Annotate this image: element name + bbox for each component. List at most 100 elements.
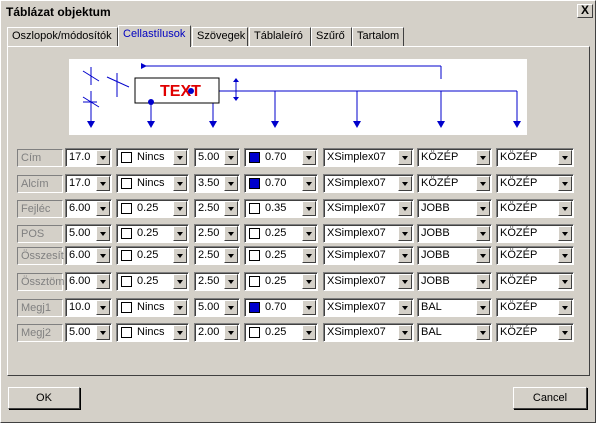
pen-combo[interactable]: 0.25 [244,246,318,265]
dropdown-arrow-icon[interactable] [398,274,412,289]
dropdown-arrow-icon[interactable] [398,226,412,241]
dropdown-arrow-icon[interactable] [558,248,572,263]
dropdown-arrow-icon[interactable] [224,176,238,191]
frame-combo[interactable]: Nincs [116,323,189,342]
dropdown-arrow-icon[interactable] [398,300,412,315]
frame-combo[interactable]: 0.25 [116,272,189,291]
valign-combo[interactable]: KÖZÉP [496,298,574,317]
dropdown-arrow-icon[interactable] [224,325,238,340]
halign-combo[interactable]: BAL [417,323,492,342]
dropdown-arrow-icon[interactable] [173,300,187,315]
dropdown-arrow-icon[interactable] [224,226,238,241]
pen-combo[interactable]: 0.70 [244,148,318,167]
dropdown-arrow-icon[interactable] [302,300,316,315]
tab-content[interactable]: Tartalom [352,27,404,46]
dropdown-arrow-icon[interactable] [224,274,238,289]
dropdown-arrow-icon[interactable] [558,150,572,165]
dropdown-arrow-icon[interactable] [96,300,110,315]
dropdown-arrow-icon[interactable] [398,201,412,216]
halign-combo[interactable]: JOBB [417,246,492,265]
dropdown-arrow-icon[interactable] [302,150,316,165]
pen-combo[interactable]: 0.35 [244,199,318,218]
dropdown-arrow-icon[interactable] [558,300,572,315]
dropdown-arrow-icon[interactable] [173,201,187,216]
close-button[interactable]: X [577,4,593,18]
halign-combo[interactable]: JOBB [417,199,492,218]
frame-combo[interactable]: 0.25 [116,199,189,218]
dropdown-arrow-icon[interactable] [398,150,412,165]
dropdown-arrow-icon[interactable] [173,176,187,191]
dropdown-arrow-icon[interactable] [476,274,490,289]
pen-combo[interactable]: 0.25 [244,224,318,243]
halign-combo[interactable]: BAL [417,298,492,317]
text-size-combo[interactable]: 2.50 [194,272,240,291]
tab-table-descriptor[interactable]: Táblaleíró [249,27,311,46]
halign-combo[interactable]: JOBB [417,272,492,291]
dropdown-arrow-icon[interactable] [476,201,490,216]
valign-combo[interactable]: KÖZÉP [496,224,574,243]
font-combo[interactable]: XSimplex07 [323,298,414,317]
tab-filter[interactable]: Szűrő [311,27,352,46]
font-combo[interactable]: XSimplex07 [323,224,414,243]
dropdown-arrow-icon[interactable] [96,274,110,289]
height-combo[interactable]: 6.00 [65,272,112,291]
dropdown-arrow-icon[interactable] [302,226,316,241]
dropdown-arrow-icon[interactable] [476,226,490,241]
dropdown-arrow-icon[interactable] [224,248,238,263]
height-combo[interactable]: 5.00 [65,323,112,342]
frame-combo[interactable]: Nincs [116,298,189,317]
cancel-button[interactable]: Cancel [513,387,587,409]
height-combo[interactable]: 5.00 [65,224,112,243]
dropdown-arrow-icon[interactable] [224,150,238,165]
dropdown-arrow-icon[interactable] [558,274,572,289]
pen-combo[interactable]: 0.25 [244,272,318,291]
dropdown-arrow-icon[interactable] [476,325,490,340]
text-size-combo[interactable]: 5.00 [194,148,240,167]
font-combo[interactable]: XSimplex07 [323,174,414,193]
frame-combo[interactable]: 0.25 [116,224,189,243]
text-size-combo[interactable]: 2.50 [194,199,240,218]
frame-combo[interactable]: 0.25 [116,246,189,265]
ok-button[interactable]: OK [8,387,80,409]
font-combo[interactable]: XSimplex07 [323,148,414,167]
halign-combo[interactable]: JOBB [417,224,492,243]
dropdown-arrow-icon[interactable] [96,201,110,216]
dropdown-arrow-icon[interactable] [476,300,490,315]
height-combo[interactable]: 10.0 [65,298,112,317]
dropdown-arrow-icon[interactable] [96,248,110,263]
dropdown-arrow-icon[interactable] [173,150,187,165]
dropdown-arrow-icon[interactable] [302,176,316,191]
font-combo[interactable]: XSimplex07 [323,246,414,265]
dropdown-arrow-icon[interactable] [302,248,316,263]
dropdown-arrow-icon[interactable] [302,201,316,216]
dropdown-arrow-icon[interactable] [476,176,490,191]
dropdown-arrow-icon[interactable] [558,176,572,191]
valign-combo[interactable]: KÖZÉP [496,272,574,291]
dropdown-arrow-icon[interactable] [558,226,572,241]
dropdown-arrow-icon[interactable] [398,248,412,263]
valign-combo[interactable]: KÖZÉP [496,148,574,167]
dropdown-arrow-icon[interactable] [173,274,187,289]
frame-combo[interactable]: Nincs [116,174,189,193]
dropdown-arrow-icon[interactable] [302,325,316,340]
dropdown-arrow-icon[interactable] [96,150,110,165]
font-combo[interactable]: XSimplex07 [323,199,414,218]
valign-combo[interactable]: KÖZÉP [496,174,574,193]
text-size-combo[interactable]: 3.50 [194,174,240,193]
dropdown-arrow-icon[interactable] [224,300,238,315]
font-combo[interactable]: XSimplex07 [323,272,414,291]
dropdown-arrow-icon[interactable] [224,201,238,216]
valign-combo[interactable]: KÖZÉP [496,323,574,342]
text-size-combo[interactable]: 2.50 [194,246,240,265]
dropdown-arrow-icon[interactable] [398,176,412,191]
text-size-combo[interactable]: 2.50 [194,224,240,243]
height-combo[interactable]: 6.00 [65,199,112,218]
dropdown-arrow-icon[interactable] [96,325,110,340]
halign-combo[interactable]: KÖZÉP [417,148,492,167]
dropdown-arrow-icon[interactable] [96,226,110,241]
dropdown-arrow-icon[interactable] [558,325,572,340]
dropdown-arrow-icon[interactable] [96,176,110,191]
dropdown-arrow-icon[interactable] [173,325,187,340]
halign-combo[interactable]: KÖZÉP [417,174,492,193]
dropdown-arrow-icon[interactable] [476,150,490,165]
